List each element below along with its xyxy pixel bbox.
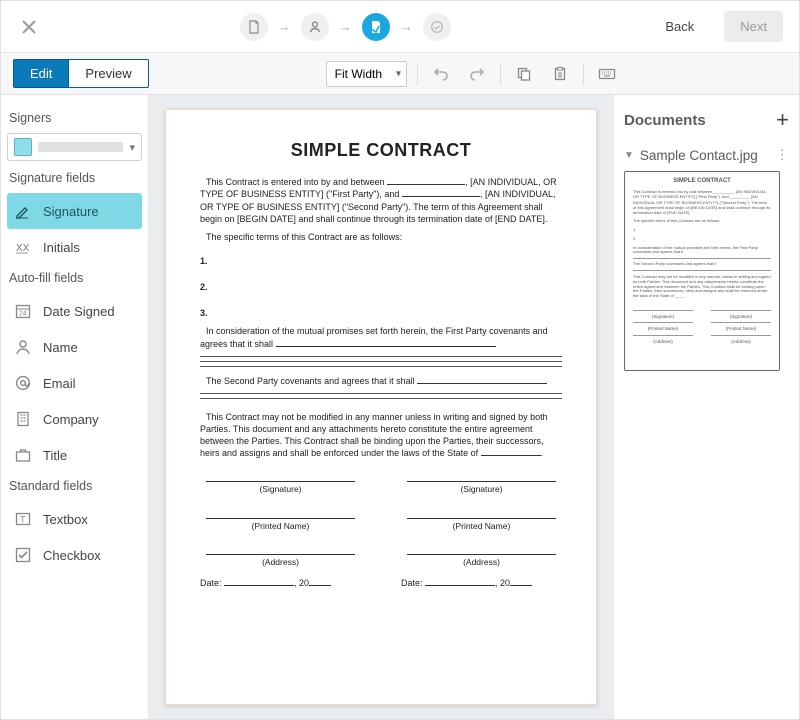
document-list-item[interactable]: ▼ Sample Contact.jpg ⋮ [624, 147, 789, 163]
chevron-right-icon: → [400, 19, 413, 34]
sig-caption: (Address) [401, 557, 562, 568]
standard-fields-heading: Standard fields [9, 479, 140, 493]
step-recipient-icon[interactable] [301, 13, 329, 41]
next-button[interactable]: Next [724, 11, 783, 42]
field-label: Signature [43, 204, 99, 219]
sig-caption: (Printed Name) [200, 521, 361, 532]
briefcase-icon [13, 445, 33, 465]
initials-icon: XX [13, 237, 33, 257]
divider [583, 63, 584, 85]
documents-heading-row: Documents + [624, 107, 789, 133]
field-label: Name [43, 340, 78, 355]
document-thumbnail[interactable]: SIMPLE CONTRACT This Contract is entered… [624, 171, 780, 371]
collapse-icon[interactable]: ▼ [624, 150, 634, 161]
wizard-steps: → → → [49, 13, 641, 41]
thumb-title: SIMPLE CONTRACT [633, 178, 771, 185]
doc-paragraph: The Second Party covenants and agrees th… [200, 375, 562, 387]
field-checkbox[interactable]: Checkbox [7, 537, 142, 573]
field-title[interactable]: Title [7, 437, 142, 473]
chevron-down-icon: ▾ [129, 141, 135, 154]
chevron-right-icon: → [339, 19, 352, 34]
doc-numbered-item: 3. [200, 307, 562, 319]
field-label: Initials [43, 240, 80, 255]
calendar-icon: 24 [13, 301, 33, 321]
keyboard-icon[interactable] [594, 61, 620, 87]
doc-numbered-item: 2. [200, 281, 562, 293]
document-canvas[interactable]: SIMPLE CONTRACT This Contract is entered… [149, 95, 613, 719]
sig-caption: (Address) [200, 557, 361, 568]
step-fields-icon[interactable] [362, 13, 390, 41]
doc-paragraph: This Contract is entered into by and bet… [200, 176, 562, 225]
date-row: Date: , 20 Date: , 20 [200, 577, 562, 589]
svg-text:XX: XX [16, 243, 30, 254]
zoom-select[interactable]: Fit Width [326, 61, 407, 87]
pen-icon [13, 201, 33, 221]
field-company[interactable]: Company [7, 401, 142, 437]
field-signature[interactable]: Signature [7, 193, 142, 229]
workspace: Signers ▾ Signature fields Signature XX … [1, 95, 799, 719]
signature-fields-heading: Signature fields [9, 171, 140, 185]
tab-edit[interactable]: Edit [13, 59, 68, 88]
at-icon [13, 373, 33, 393]
signers-heading: Signers [9, 111, 140, 125]
field-label: Company [43, 412, 99, 427]
chevron-right-icon: → [278, 19, 291, 34]
field-label: Textbox [43, 512, 88, 527]
field-label: Title [43, 448, 67, 463]
step-review-icon[interactable] [423, 13, 451, 41]
person-icon [13, 337, 33, 357]
copy-icon[interactable] [511, 61, 537, 87]
field-date-signed[interactable]: 24 Date Signed [7, 293, 142, 329]
sig-caption: (Printed Name) [401, 521, 562, 532]
doc-numbered-item: 1. [200, 255, 562, 267]
field-label: Checkbox [43, 548, 101, 563]
editor-toolbar: Edit Preview Fit Width [1, 53, 799, 95]
textbox-icon: T [13, 509, 33, 529]
documents-panel: Documents + ▼ Sample Contact.jpg ⋮ SIMPL… [613, 95, 799, 719]
field-label: Email [43, 376, 76, 391]
document-name: Sample Contact.jpg [640, 148, 758, 163]
signature-row: (Printed Name) (Printed Name) [200, 506, 562, 532]
close-icon[interactable] [17, 15, 41, 39]
doc-paragraph: In consideration of the mutual promises … [200, 325, 562, 349]
field-initials[interactable]: XX Initials [7, 229, 142, 265]
svg-text:24: 24 [19, 311, 27, 318]
svg-text:T: T [20, 515, 26, 525]
building-icon [13, 409, 33, 429]
field-label: Date Signed [43, 304, 115, 319]
fields-panel: Signers ▾ Signature fields Signature XX … [1, 95, 149, 719]
redo-icon[interactable] [464, 61, 490, 87]
wizard-topbar: → → → Back Next [1, 1, 799, 53]
doc-paragraph: The specific terms of this Contract are … [200, 231, 562, 243]
doc-paragraph: This Contract may not be modified in any… [200, 411, 562, 460]
add-document-button[interactable]: + [776, 107, 789, 133]
checkbox-icon [13, 545, 33, 565]
step-document-icon[interactable] [240, 13, 268, 41]
tab-preview[interactable]: Preview [68, 59, 148, 88]
autofill-fields-heading: Auto-fill fields [9, 271, 140, 285]
sig-caption: (Signature) [401, 484, 562, 495]
signer-select[interactable]: ▾ [7, 133, 142, 161]
divider [417, 63, 418, 85]
sig-caption: (Signature) [200, 484, 361, 495]
signature-row: (Address) (Address) [200, 542, 562, 568]
doc-title: SIMPLE CONTRACT [200, 138, 562, 162]
divider [500, 63, 501, 85]
signer-name-placeholder [38, 142, 123, 152]
documents-heading: Documents [624, 112, 706, 129]
more-menu-icon[interactable]: ⋮ [776, 147, 790, 163]
document-page[interactable]: SIMPLE CONTRACT This Contract is entered… [165, 109, 597, 705]
field-name[interactable]: Name [7, 329, 142, 365]
field-email[interactable]: Email [7, 365, 142, 401]
signer-color-swatch [14, 138, 32, 156]
field-textbox[interactable]: T Textbox [7, 501, 142, 537]
paste-icon[interactable] [547, 61, 573, 87]
undo-icon[interactable] [428, 61, 454, 87]
signature-row: (Signature) (Signature) [200, 469, 562, 495]
back-button[interactable]: Back [649, 11, 710, 42]
mode-tabs: Edit Preview [13, 59, 149, 88]
